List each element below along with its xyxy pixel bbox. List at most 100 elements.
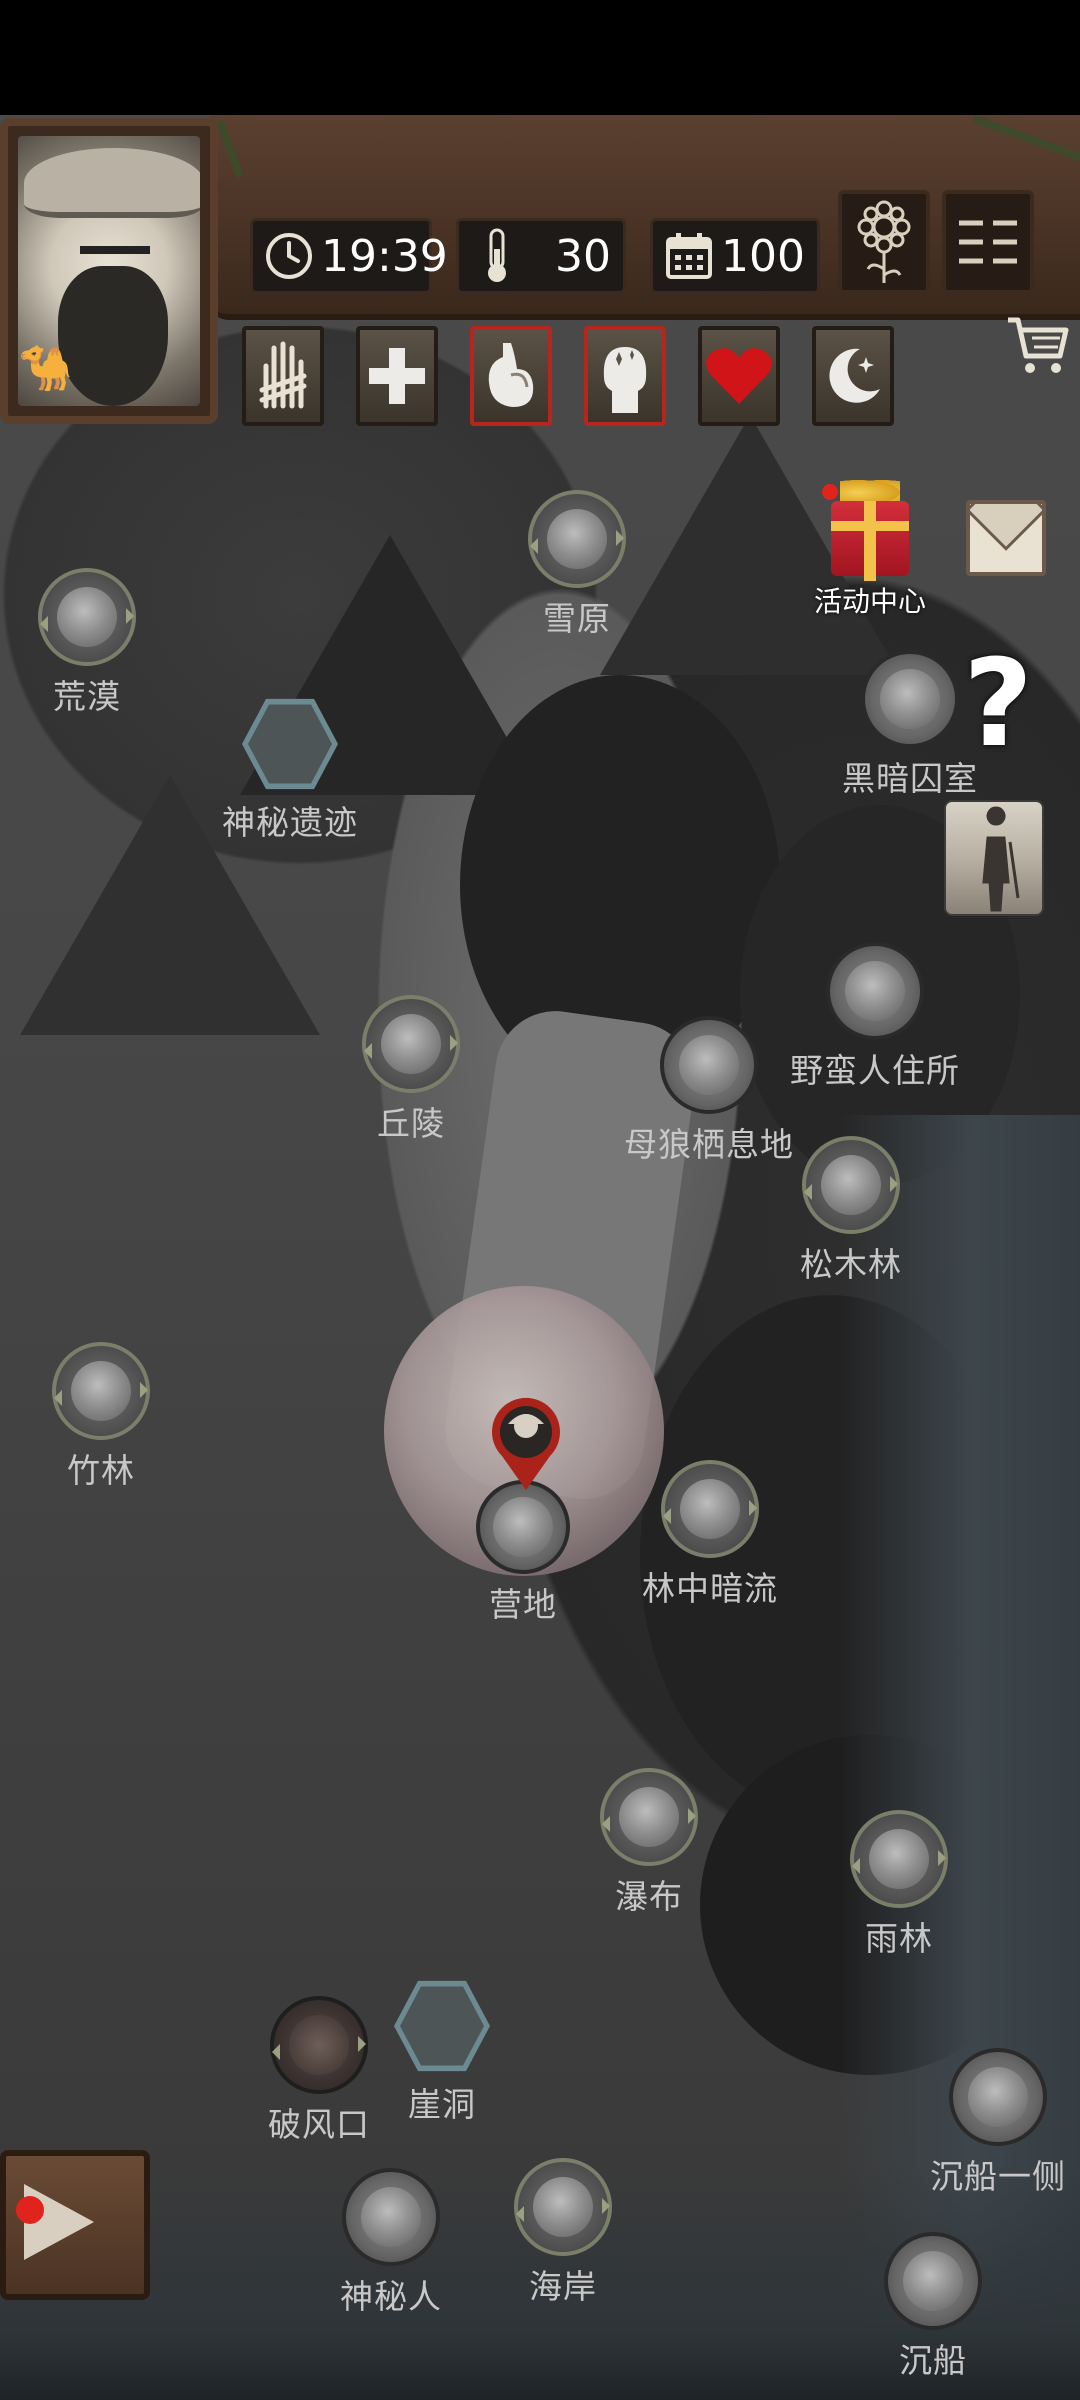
thermometer-icon — [469, 228, 525, 284]
location-creek-label: 林中暗流 — [642, 1569, 778, 1608]
cave-icon — [880, 669, 940, 729]
cactus-icon — [57, 587, 117, 647]
mail-button[interactable] — [966, 500, 1046, 576]
tent-camp-icon — [968, 2067, 1028, 2127]
location-coast-icon — [514, 2158, 612, 2256]
companion-thumbnail[interactable] — [944, 800, 1044, 916]
temperature-value: 30 — [555, 230, 611, 282]
location-shipwreck-side-icon — [949, 2048, 1047, 2146]
location-waterfall-icon — [600, 1768, 698, 1866]
tent-icon — [493, 1497, 553, 1557]
location-wolf-den-icon — [660, 1016, 758, 1114]
sunflower-icon — [857, 200, 911, 283]
location-desert-label: 荒漠 — [53, 677, 121, 716]
location-shipwreck-label: 沉船 — [899, 2341, 967, 2380]
moon-icon — [829, 348, 880, 403]
location-cave[interactable]: 崖洞 — [394, 1978, 490, 2126]
world-map[interactable] — [0, 115, 1080, 2400]
attribute-sleep[interactable] — [812, 326, 894, 426]
location-camp-icon — [476, 1480, 570, 1574]
time-value: 19:39 — [321, 230, 448, 282]
location-wolf-den[interactable]: 母狼栖息地 — [624, 1016, 794, 1166]
beard-shape — [58, 266, 168, 406]
location-windgap-label: 破风口 — [268, 2105, 370, 2144]
location-camp[interactable]: 营地 — [476, 1480, 570, 1626]
cave-hex-icon — [394, 1980, 490, 2072]
days-value: 100 — [721, 230, 805, 282]
location-rainforest[interactable]: 雨林 — [850, 1810, 948, 1960]
hand-icon — [259, 341, 307, 409]
location-wolf-den-label: 母狼栖息地 — [624, 1125, 794, 1164]
mind-icon — [603, 347, 647, 413]
gift-icon — [831, 500, 909, 582]
clock-icon — [263, 228, 315, 284]
attribute-health[interactable] — [356, 326, 438, 426]
notification-dot — [16, 2196, 44, 2224]
location-rainforest-label: 雨林 — [865, 1919, 933, 1958]
location-bamboo-label: 竹林 — [67, 1451, 135, 1490]
location-snowfield-label: 雪原 — [543, 599, 611, 638]
location-bamboo[interactable]: 竹林 — [52, 1342, 150, 1492]
shop-button[interactable] — [1002, 310, 1072, 380]
location-shipwreck[interactable]: 沉船 — [884, 2232, 982, 2382]
location-cave-label: 崖洞 — [408, 2085, 476, 2124]
vine-decoration — [972, 114, 1080, 164]
location-hills-label: 丘陵 — [377, 1104, 445, 1143]
event-center-button[interactable]: 活动中心 — [814, 480, 926, 620]
camel-icon: 🐪 — [18, 343, 73, 394]
location-savage[interactable]: 野蛮人住所 — [790, 942, 960, 1092]
location-coast[interactable]: 海岸 — [514, 2158, 612, 2308]
sunken-ship-icon — [903, 2251, 963, 2311]
menu-icon — [959, 220, 1017, 264]
location-waterfall-label: 瀑布 — [615, 1877, 683, 1916]
location-ruins-label: 神秘遗迹 — [222, 803, 358, 842]
location-prison-icon — [861, 650, 959, 748]
location-mystery[interactable]: 神秘人 — [340, 2168, 442, 2318]
attribute-stomach[interactable] — [470, 326, 552, 426]
attribute-heart[interactable] — [698, 326, 780, 426]
envelope-icon — [970, 504, 1042, 551]
location-shipwreck-side[interactable]: 沉船一侧 — [930, 2048, 1066, 2198]
attribute-mind[interactable] — [584, 326, 666, 426]
location-waterfall[interactable]: 瀑布 — [600, 1768, 698, 1918]
location-ruins[interactable]: 神秘遗迹 — [222, 696, 358, 844]
hat-shape — [24, 148, 200, 218]
player-location-pin — [492, 1397, 560, 1490]
location-mystery-label: 神秘人 — [340, 2277, 442, 2316]
rock-icon — [289, 2015, 349, 2075]
location-mystery-icon — [342, 2168, 440, 2266]
location-coast-label: 海岸 — [529, 2267, 597, 2306]
wolf-icon — [679, 1035, 739, 1095]
location-snowfield[interactable]: 雪原 — [528, 490, 626, 640]
location-windgap-icon — [270, 1996, 368, 2094]
location-creek[interactable]: 林中暗流 — [642, 1460, 778, 1610]
location-windgap[interactable]: 破风口 — [268, 1996, 370, 2146]
jungle-icon — [869, 1829, 929, 1889]
island-icon — [361, 2187, 421, 2247]
ruins-hex-icon — [242, 698, 338, 790]
location-pine-forest-icon — [802, 1136, 900, 1234]
snow-mountain-icon — [547, 509, 607, 569]
location-shipwreck-side-label: 沉船一侧 — [930, 2157, 1066, 2196]
location-hills[interactable]: 丘陵 — [362, 995, 460, 1145]
stream-icon — [680, 1479, 740, 1539]
achievements-button[interactable] — [838, 190, 930, 294]
location-pine-forest[interactable]: 松木林 — [800, 1136, 902, 1286]
days-stat: 100 — [650, 218, 820, 294]
vine-decoration — [215, 119, 245, 179]
location-desert[interactable]: 荒漠 — [38, 568, 136, 718]
status-bar — [0, 0, 1080, 115]
character-portrait[interactable]: 🐪 — [0, 118, 218, 424]
temple-icon — [248, 704, 332, 784]
location-hills-icon — [362, 995, 460, 1093]
location-prison[interactable]: 黑暗囚室 — [842, 650, 978, 800]
temperature-stat: 30 — [456, 218, 626, 294]
cross-icon — [369, 348, 425, 404]
location-bamboo-icon — [52, 1342, 150, 1440]
menu-button[interactable] — [942, 190, 1034, 294]
pine-tree-icon — [821, 1155, 881, 1215]
bamboo-icon — [71, 1361, 131, 1421]
calendar-icon — [663, 228, 715, 284]
attribute-hand[interactable] — [242, 326, 324, 426]
location-creek-icon — [661, 1460, 759, 1558]
